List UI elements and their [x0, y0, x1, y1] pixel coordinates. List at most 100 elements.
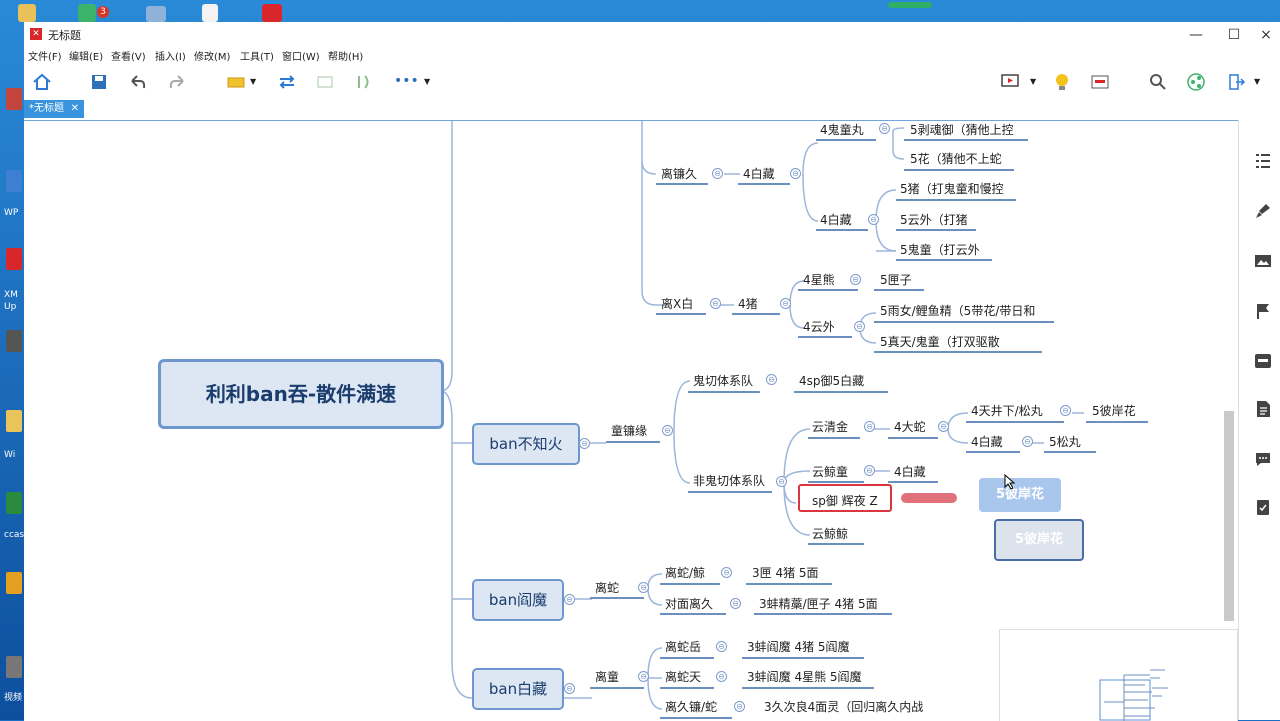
collapse-icon[interactable]: ⊖	[1060, 405, 1071, 416]
save-icon[interactable]	[89, 72, 109, 92]
export-icon[interactable]	[1226, 72, 1246, 92]
topic-guitongwan[interactable]: 4鬼童丸	[820, 121, 864, 138]
window-app-icon[interactable]	[146, 6, 166, 22]
topic-lijiu[interactable]: 离久镰/蛇	[665, 698, 717, 715]
topic-xia3[interactable]: 3匣 4猪 5面	[752, 564, 819, 581]
topic-dropdown-icon[interactable]: ▼	[250, 72, 270, 92]
menu-window[interactable]: 窗口(W)	[282, 48, 320, 63]
topic-spyu-selected[interactable]: sp御 辉夜 Z	[798, 484, 892, 512]
collapse-icon[interactable]: ⊖	[712, 168, 723, 179]
collapse-icon[interactable]: ⊖	[868, 214, 879, 225]
topic-feigui[interactable]: 非鬼切体系队	[693, 472, 765, 489]
image-icon[interactable]	[1254, 252, 1272, 270]
collapse-icon[interactable]: ⊖	[730, 598, 741, 609]
topic-litong[interactable]: 离童	[595, 668, 619, 685]
collapse-icon[interactable]: ⊖	[721, 567, 732, 578]
collapse-icon[interactable]: ⊖	[790, 168, 801, 179]
collapse-icon[interactable]: ⊖	[716, 641, 727, 652]
topic-bang3b[interactable]: 3蚌阎魔 4猪 5阎魔	[747, 638, 850, 655]
undo-icon[interactable]	[128, 72, 148, 92]
export-dropdown-icon[interactable]: ▼	[1254, 72, 1274, 92]
style-icon[interactable]	[1254, 352, 1272, 370]
comment-icon[interactable]	[1254, 450, 1272, 468]
topic-dashe[interactable]: 4大蛇	[894, 418, 926, 435]
root-topic[interactable]: 利利ban吞-散件满速	[158, 359, 444, 429]
collapse-icon[interactable]: ⊖	[638, 671, 649, 682]
xmind-desktop-icon[interactable]	[262, 4, 282, 22]
menu-tools[interactable]: 工具(T)	[240, 48, 274, 63]
topic-yunjingjing[interactable]: 云鲸鲸	[812, 525, 848, 542]
presentation-dropdown-icon[interactable]: ▼	[1030, 72, 1050, 92]
topic-lishetian[interactable]: 离蛇天	[665, 668, 701, 685]
topic-lishejing[interactable]: 离蛇/鲸	[665, 564, 705, 581]
desktop-icon-3[interactable]	[6, 248, 22, 270]
topic-baizang-4c[interactable]: 4白藏	[971, 433, 1003, 450]
desktop-icon-2[interactable]	[6, 170, 22, 192]
collapse-icon[interactable]: ⊖	[766, 374, 777, 385]
topic-jiuci[interactable]: 3久次良4面灵（回归离久内战	[764, 698, 923, 715]
desktop-icon-8[interactable]	[6, 656, 22, 678]
topic-yunwai5[interactable]: 5云外（打猪	[900, 211, 968, 228]
topic-xiazi[interactable]: 5匣子	[880, 271, 912, 288]
topic-guitong5[interactable]: 5鬼童（打云外	[900, 241, 980, 258]
boundary-icon[interactable]	[354, 72, 374, 92]
close-button[interactable]: ×	[1250, 24, 1280, 46]
topic-baizang-4b[interactable]: 4白藏	[820, 211, 852, 228]
branch-ban-buzhihuo[interactable]: ban不知火	[472, 423, 580, 465]
menu-view[interactable]: 查看(V)	[111, 48, 146, 63]
more-icon[interactable]: •••	[394, 72, 419, 92]
menu-file[interactable]: 文件(F)	[28, 48, 62, 63]
app-green-icon[interactable]	[78, 4, 96, 22]
collapse-icon[interactable]: ⊖	[850, 274, 861, 285]
redo-icon[interactable]	[167, 72, 187, 92]
branch-ban-yanmo[interactable]: ban阎魔	[472, 579, 564, 621]
desktop-icon-5[interactable]	[6, 410, 22, 432]
collapse-icon[interactable]: ⊖	[564, 594, 575, 605]
collapse-icon[interactable]: ⊖	[564, 683, 575, 694]
document-icon[interactable]	[202, 4, 218, 22]
collapse-icon[interactable]: ⊖	[864, 465, 875, 476]
task-icon[interactable]	[1254, 498, 1272, 516]
topic-bang3c[interactable]: 3蚌阎魔 4星熊 5阎魔	[747, 668, 862, 685]
collapse-icon[interactable]: ⊖	[1022, 436, 1033, 447]
topic-songwan[interactable]: 5松丸	[1049, 433, 1081, 450]
desktop-icon-4[interactable]	[6, 330, 22, 352]
topic-yunjingtong[interactable]: 云鲸童	[812, 463, 848, 480]
menu-insert[interactable]: 插入(I)	[155, 48, 186, 63]
relationship-icon[interactable]	[277, 72, 297, 92]
tab-untitled[interactable]: *无标题 ✕	[24, 100, 84, 118]
maximize-button[interactable]: ☐	[1218, 24, 1250, 46]
gantt-icon[interactable]	[1090, 72, 1110, 92]
topic-yunqingjin[interactable]: 云清金	[812, 418, 848, 435]
menu-modify[interactable]: 修改(M)	[194, 48, 230, 63]
topic-baizang-4a[interactable]: 4白藏	[743, 165, 775, 182]
idea-icon[interactable]	[1052, 72, 1072, 92]
collapse-icon[interactable]: ⊖	[854, 321, 865, 332]
collapse-icon[interactable]: ⊖	[662, 425, 673, 436]
home-icon[interactable]	[32, 72, 52, 92]
topic-zhu4[interactable]: 4猪	[738, 295, 758, 312]
more-dropdown-icon[interactable]: ▼	[424, 72, 444, 92]
collapse-icon[interactable]: ⊖	[780, 298, 791, 309]
topic-lisheyue[interactable]: 离蛇岳	[665, 638, 701, 655]
topic-likianjiu[interactable]: 离镰久	[661, 165, 697, 182]
topic-duimian[interactable]: 对面离久	[665, 595, 713, 612]
collapse-icon[interactable]: ⊖	[864, 421, 875, 432]
collapse-icon[interactable]: ⊖	[579, 438, 590, 449]
presentation-icon[interactable]	[1000, 72, 1020, 92]
desktop-icon-7[interactable]	[6, 572, 22, 594]
vertical-scrollbar[interactable]	[1224, 411, 1234, 621]
outline-icon[interactable]	[1254, 152, 1272, 170]
topic-guiqie[interactable]: 鬼切体系队	[693, 372, 753, 389]
notes-icon[interactable]	[1254, 400, 1272, 418]
topic-bianhua[interactable]: 5彼岸花	[1092, 402, 1136, 419]
desktop-icon-6[interactable]	[6, 492, 22, 514]
folder-icon[interactable]	[18, 4, 36, 22]
collapse-icon[interactable]: ⊖	[710, 298, 721, 309]
topic-yunwai4[interactable]: 4云外	[803, 318, 835, 335]
topic-xingxiong[interactable]: 4星熊	[803, 271, 835, 288]
topic-tonglianyuan[interactable]: 童镰缘	[611, 422, 647, 439]
topic-lixbai[interactable]: 离X白	[661, 295, 693, 312]
topic-icon[interactable]	[226, 72, 246, 92]
format-brush-icon[interactable]	[1254, 202, 1272, 220]
